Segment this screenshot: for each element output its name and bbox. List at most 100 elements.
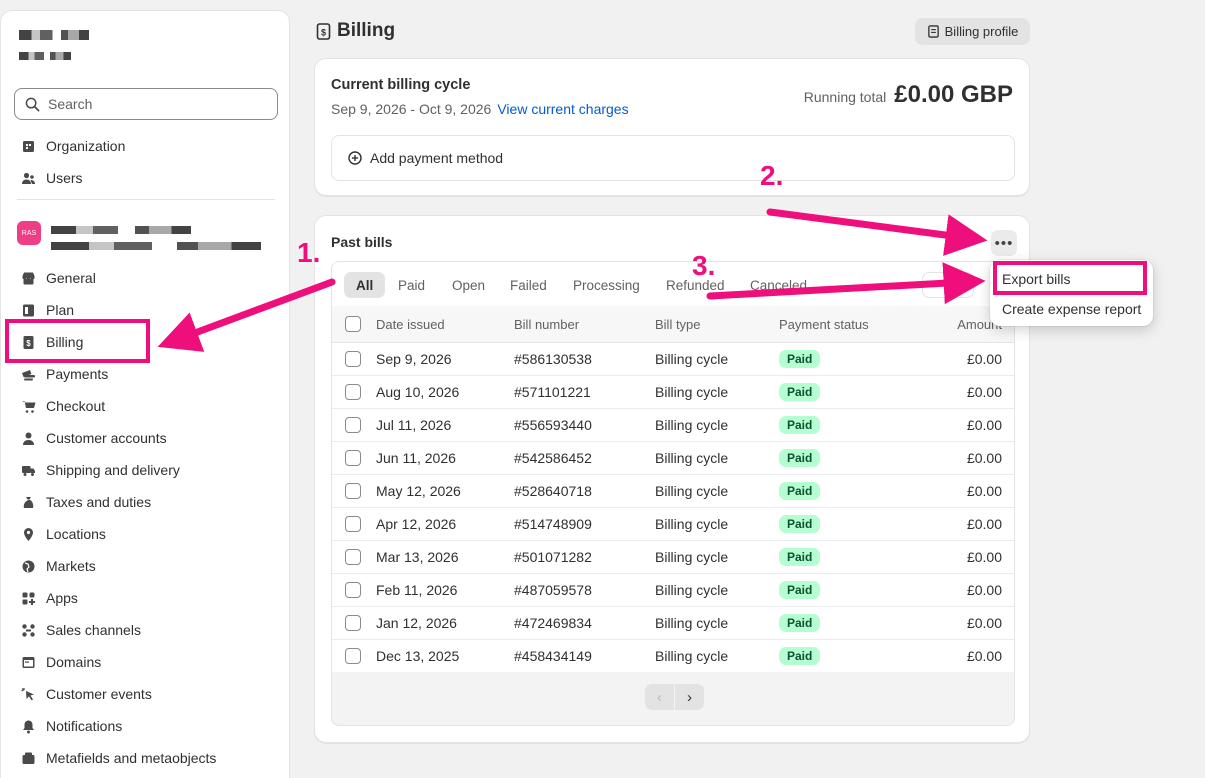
sidebar-item-notifications[interactable]: Notifications bbox=[1, 710, 291, 742]
view-charges-link[interactable]: View current charges bbox=[497, 101, 628, 117]
table-header: Date issued Bill number Bill type Paymen… bbox=[332, 306, 1014, 343]
store-url-redacted bbox=[19, 47, 71, 60]
export-highlight-box bbox=[993, 261, 1147, 295]
add-payment-method-button[interactable]: Add payment method bbox=[331, 135, 1015, 181]
sidebar-item-label: General bbox=[46, 270, 96, 286]
sidebar-item-domains[interactable]: Domains bbox=[1, 646, 291, 678]
bill-number: #458434149 bbox=[514, 648, 592, 664]
sidebar-item-apps[interactable]: Apps bbox=[1, 582, 291, 614]
sidebar-item-checkout[interactable]: Checkout bbox=[1, 390, 291, 422]
bill-date: Sep 9, 2026 bbox=[376, 351, 452, 367]
bill-amount: £0.00 bbox=[966, 417, 1002, 433]
sidebar-item-label: Customer events bbox=[46, 686, 152, 702]
cart-icon bbox=[21, 399, 36, 414]
row-checkbox[interactable] bbox=[345, 483, 361, 499]
sidebar-item-organization[interactable]: Organization bbox=[1, 130, 291, 162]
organization-icon bbox=[21, 139, 36, 154]
tab-all[interactable]: All bbox=[344, 272, 386, 298]
sidebar-item-metafields-and-metaobjects[interactable]: Metafields and metaobjects bbox=[1, 742, 291, 774]
money-bag-icon bbox=[21, 495, 36, 510]
tab-processing[interactable]: Processing bbox=[561, 272, 652, 298]
sidebar-item-shipping-and-delivery[interactable]: Shipping and delivery bbox=[1, 454, 291, 486]
sidebar-item-users[interactable]: Users bbox=[1, 162, 291, 194]
bill-number: #586130538 bbox=[514, 351, 592, 367]
row-checkbox[interactable] bbox=[345, 549, 361, 565]
sidebar-item-taxes-and-duties[interactable]: Taxes and duties bbox=[1, 486, 291, 518]
row-checkbox[interactable] bbox=[345, 648, 361, 664]
bill-number: #556593440 bbox=[514, 417, 592, 433]
next-page-button[interactable]: › bbox=[675, 684, 704, 710]
select-all-checkbox[interactable] bbox=[345, 316, 361, 332]
tab-paid[interactable]: Paid bbox=[386, 272, 437, 298]
billing-profile-button[interactable]: Billing profile bbox=[915, 18, 1030, 45]
row-checkbox[interactable] bbox=[345, 582, 361, 598]
row-checkbox[interactable] bbox=[345, 450, 361, 466]
status-badge: Paid bbox=[779, 515, 821, 533]
table-row[interactable]: Jul 11, 2026 #556593440 Billing cycle Paid £… bbox=[332, 409, 1014, 442]
bill-number: #571101221 bbox=[514, 384, 591, 400]
bill-date: Mar 13, 2026 bbox=[376, 549, 459, 565]
bill-date: Apr 12, 2026 bbox=[376, 516, 457, 532]
table-row[interactable]: Dec 13, 2025 #458434149 Billing cycle Paid £… bbox=[332, 640, 1014, 673]
globe-icon bbox=[21, 559, 36, 574]
table-row[interactable]: Jun 11, 2026 #542586452 Billing cycle Paid £… bbox=[332, 442, 1014, 475]
search-input[interactable]: Search bbox=[14, 88, 278, 120]
sidebar-item-label: Domains bbox=[46, 654, 102, 670]
sidebar-item-label: Taxes and duties bbox=[46, 494, 152, 510]
sidebar-item-sales-channels[interactable]: Sales channels bbox=[1, 614, 291, 646]
tab-failed[interactable]: Failed bbox=[498, 272, 559, 298]
sidebar-item-label: Users bbox=[46, 170, 83, 186]
row-checkbox[interactable] bbox=[345, 516, 361, 532]
table-row[interactable]: Feb 11, 2026 #487059578 Billing cycle Paid £… bbox=[332, 574, 1014, 607]
bill-amount: £0.00 bbox=[966, 450, 1002, 466]
table-row[interactable]: Sep 9, 2026 #586130538 Billing cycle Paid £0… bbox=[332, 343, 1014, 376]
row-checkbox[interactable] bbox=[345, 417, 361, 433]
location-icon bbox=[21, 527, 36, 542]
prev-page-button[interactable]: ‹ bbox=[645, 684, 674, 710]
row-checkbox[interactable] bbox=[345, 615, 361, 631]
bill-amount: £0.00 bbox=[966, 549, 1002, 565]
col-date: Date issued bbox=[376, 316, 445, 332]
create-expense-report-menu-item[interactable]: Create expense report bbox=[1002, 301, 1141, 317]
account-name-redacted bbox=[51, 221, 191, 234]
step-3-label: 3. bbox=[692, 250, 716, 281]
status-badge: Paid bbox=[779, 614, 821, 632]
row-checkbox[interactable] bbox=[345, 351, 361, 367]
table-row[interactable]: Mar 13, 2026 #501071282 Billing cycle Paid £… bbox=[332, 541, 1014, 574]
bill-type: Billing cycle bbox=[655, 384, 729, 400]
more-actions-button[interactable]: ••• bbox=[991, 230, 1017, 256]
settings-sidebar: Search Organization Users RAS General Plan… bbox=[0, 10, 290, 778]
table-row[interactable]: May 12, 2026 #528640718 Billing cycle Paid £… bbox=[332, 475, 1014, 508]
cursor-icon bbox=[21, 687, 36, 702]
sidebar-item-customer-accounts[interactable]: Customer accounts bbox=[1, 422, 291, 454]
sidebar-item-general[interactable]: General bbox=[1, 262, 291, 294]
truck-icon bbox=[21, 463, 36, 478]
bill-amount: £0.00 bbox=[966, 516, 1002, 532]
account-switcher[interactable]: RAS bbox=[17, 221, 261, 250]
col-bill-type: Bill type bbox=[655, 316, 701, 332]
filter-sort-button[interactable] bbox=[922, 272, 974, 298]
sidebar-item-label: Notifications bbox=[46, 718, 123, 734]
bill-amount: £0.00 bbox=[966, 648, 1002, 664]
bill-amount: £0.00 bbox=[966, 483, 1002, 499]
status-badge: Paid bbox=[779, 383, 821, 401]
table-footer: ‹ › bbox=[331, 672, 1015, 726]
users-icon bbox=[21, 171, 36, 186]
bill-type: Billing cycle bbox=[655, 549, 729, 565]
store-icon bbox=[21, 271, 36, 286]
sidebar-item-markets[interactable]: Markets bbox=[1, 550, 291, 582]
sidebar-item-locations[interactable]: Locations bbox=[1, 518, 291, 550]
col-payment-status: Payment status bbox=[779, 316, 869, 332]
billing-icon: $ bbox=[316, 22, 331, 40]
table-row[interactable]: Jan 12, 2026 #472469834 Billing cycle Paid £… bbox=[332, 607, 1014, 640]
sidebar-item-customer-events[interactable]: Customer events bbox=[1, 678, 291, 710]
tab-canceled[interactable]: Canceled bbox=[738, 272, 819, 298]
col-bill-number: Bill number bbox=[514, 316, 580, 332]
table-row[interactable]: Apr 12, 2026 #514748909 Billing cycle Paid £… bbox=[332, 508, 1014, 541]
account-email-redacted bbox=[51, 237, 261, 250]
status-badge: Paid bbox=[779, 548, 821, 566]
row-checkbox[interactable] bbox=[345, 384, 361, 400]
table-row[interactable]: Aug 10, 2026 #571101221 Billing cycle Paid £… bbox=[332, 376, 1014, 409]
tab-open[interactable]: Open bbox=[440, 272, 497, 298]
running-amount: £0.00 GBP bbox=[894, 81, 1013, 108]
